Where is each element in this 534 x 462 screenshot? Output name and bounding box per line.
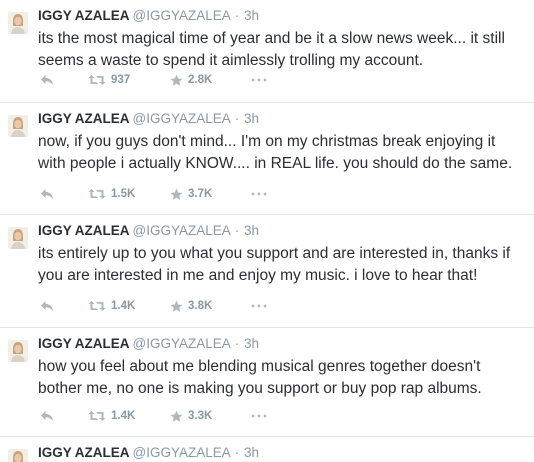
timestamp[interactable]: 3h xyxy=(244,8,259,23)
retweet-count: 1.4K xyxy=(111,300,136,312)
avatar[interactable] xyxy=(8,340,28,362)
favorite-button[interactable]: 3.7K xyxy=(170,186,212,202)
retweet-count: 1.5K xyxy=(111,188,136,200)
username[interactable]: @IGGYAZALEA xyxy=(133,8,231,23)
more-dots-icon xyxy=(251,414,267,418)
tweet-header: IGGY AZALEA @IGGYAZALEA · 3h xyxy=(38,8,259,24)
username[interactable]: @IGGYAZALEA xyxy=(133,111,231,126)
separator: · xyxy=(234,445,240,460)
avatar[interactable] xyxy=(8,12,28,34)
star-icon xyxy=(170,74,183,86)
separator: · xyxy=(234,336,240,351)
favorite-button[interactable]: 3.8K xyxy=(170,298,212,314)
more-button[interactable] xyxy=(251,72,267,88)
tweet[interactable]: IGGY AZALEA @IGGYAZALEA · 3h xyxy=(0,437,534,462)
retweet-icon xyxy=(88,189,106,199)
timestamp[interactable]: 3h xyxy=(244,445,259,460)
reply-button[interactable] xyxy=(40,408,54,424)
star-icon xyxy=(170,188,183,200)
reply-icon xyxy=(41,301,53,311)
tweet[interactable]: IGGY AZALEA @IGGYAZALEA · 3h now, if you … xyxy=(0,103,534,215)
tweet-actions: 1.4K 3.8K xyxy=(38,298,338,314)
favorite-count: 3.7K xyxy=(188,188,213,200)
tweet-header: IGGY AZALEA @IGGYAZALEA · 3h xyxy=(38,445,259,461)
favorite-count: 3.3K xyxy=(188,410,213,422)
favorite-count: 3.8K xyxy=(188,300,213,312)
username[interactable]: @IGGYAZALEA xyxy=(133,445,231,460)
retweet-button[interactable]: 1.5K xyxy=(88,186,135,202)
tweet-actions: 937 2.8K xyxy=(38,72,338,88)
tweet-text: its the most magical time of year and be… xyxy=(38,30,505,69)
timestamp[interactable]: 3h xyxy=(244,111,259,126)
reply-icon xyxy=(41,75,53,85)
tweet-actions: 1.5K 3.7K xyxy=(38,186,338,202)
star-icon xyxy=(170,300,183,312)
retweet-count: 1.4K xyxy=(111,410,136,422)
tweet[interactable]: IGGY AZALEA @IGGYAZALEA · 3h its the most… xyxy=(0,0,534,103)
timestamp[interactable]: 3h xyxy=(244,336,259,351)
tweet-header: IGGY AZALEA @IGGYAZALEA · 3h xyxy=(38,111,259,127)
favorite-button[interactable]: 3.3K xyxy=(170,408,212,424)
username[interactable]: @IGGYAZALEA xyxy=(133,336,231,351)
reply-button[interactable] xyxy=(40,298,54,314)
more-button[interactable] xyxy=(251,298,267,314)
tweet-text: now, if you guys don't mind... I'm on my… xyxy=(38,133,513,172)
display-name[interactable]: IGGY AZALEA xyxy=(38,223,130,238)
reply-button[interactable] xyxy=(40,186,54,202)
avatar[interactable] xyxy=(8,227,28,249)
more-dots-icon xyxy=(251,192,267,196)
retweet-icon xyxy=(88,411,106,421)
display-name[interactable]: IGGY AZALEA xyxy=(38,111,130,126)
more-button[interactable] xyxy=(251,186,267,202)
reply-icon xyxy=(41,411,53,421)
username[interactable]: @IGGYAZALEA xyxy=(133,223,231,238)
timestamp[interactable]: 3h xyxy=(244,223,259,238)
favorite-count: 2.8K xyxy=(188,74,213,86)
retweet-count: 937 xyxy=(111,74,131,86)
retweet-button[interactable]: 1.4K xyxy=(88,298,135,314)
retweet-icon xyxy=(88,301,106,311)
display-name[interactable]: IGGY AZALEA xyxy=(38,445,130,460)
tweet-actions: 1.4K 3.3K xyxy=(38,408,338,424)
retweet-button[interactable]: 937 xyxy=(88,72,130,88)
favorite-button[interactable]: 2.8K xyxy=(170,72,212,88)
separator: · xyxy=(234,111,240,126)
retweet-icon xyxy=(88,75,106,85)
reply-icon xyxy=(41,189,53,199)
tweet[interactable]: IGGY AZALEA @IGGYAZALEA · 3h how you feel… xyxy=(0,328,534,437)
tweet-timeline: IGGY AZALEA @IGGYAZALEA · 3h its the most… xyxy=(0,0,534,462)
retweet-button[interactable]: 1.4K xyxy=(88,408,135,424)
tweet[interactable]: IGGY AZALEA @IGGYAZALEA · 3h its entirely… xyxy=(0,215,534,328)
separator: · xyxy=(234,223,240,238)
more-dots-icon xyxy=(251,78,267,82)
more-button[interactable] xyxy=(251,408,267,424)
star-icon xyxy=(170,410,183,422)
more-dots-icon xyxy=(251,304,267,308)
avatar[interactable] xyxy=(8,449,28,462)
separator: · xyxy=(234,8,240,23)
display-name[interactable]: IGGY AZALEA xyxy=(38,336,130,351)
tweet-text: its entirely up to you what you support … xyxy=(38,245,511,284)
tweet-header: IGGY AZALEA @IGGYAZALEA · 3h xyxy=(38,336,259,352)
reply-button[interactable] xyxy=(40,72,54,88)
avatar[interactable] xyxy=(8,115,28,137)
tweet-header: IGGY AZALEA @IGGYAZALEA · 3h xyxy=(38,223,259,239)
tweet-text: how you feel about me blending musical g… xyxy=(38,358,482,397)
display-name[interactable]: IGGY AZALEA xyxy=(38,8,130,23)
